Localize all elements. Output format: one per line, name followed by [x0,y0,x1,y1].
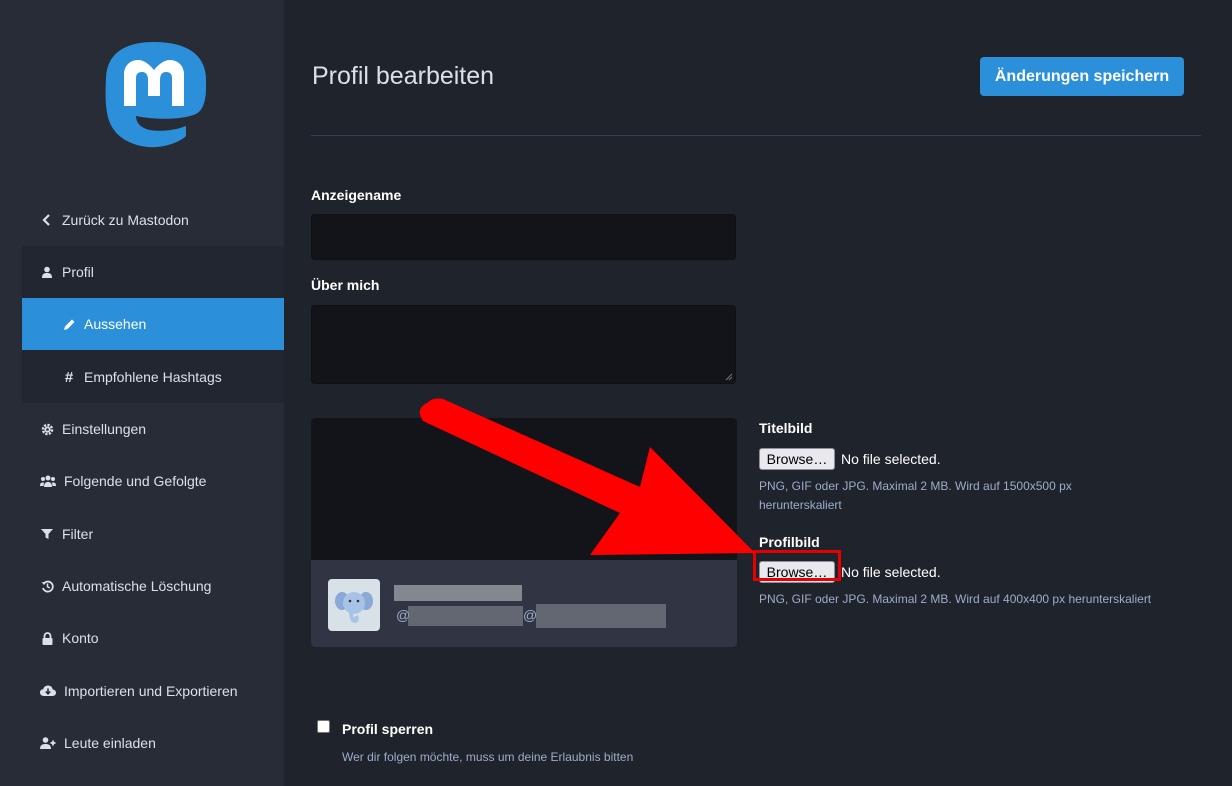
sidebar: Zurück zu Mastodon Profil Aussehen # Emp… [0,0,284,786]
sidebar-item-label: Empfohlene Hashtags [84,369,222,385]
lock-account-checkbox[interactable] [317,720,330,733]
lock-icon [40,631,54,645]
filter-icon [40,527,54,541]
sidebar-item-label: Einstellungen [62,421,147,437]
header-image-hint: PNG, GIF oder JPG. Maximal 2 MB. Wird au… [759,479,1072,512]
sidebar-item-label: Filter [62,526,94,542]
annotation-highlight-box [753,550,841,581]
chevron-left-icon [40,213,54,227]
sidebar-item-invites[interactable]: Leute einladen [22,717,284,769]
sidebar-item-label: Importieren und Exportieren [64,683,238,699]
preview-display-name-redacted [394,585,522,601]
bio-label: Über mich [311,277,380,293]
preview-username-redacted [408,606,523,626]
sidebar-item-account[interactable]: Konto [22,612,284,664]
sidebar-item-label: Automatische Löschung [62,578,212,594]
sidebar-item-label: Aussehen [84,316,147,332]
sidebar-item-filters[interactable]: Filter [22,508,284,560]
annotation-arrow-icon [419,398,755,555]
user-icon [40,265,54,279]
avatar-image-label: Profilbild [759,534,820,550]
avatar-image-hint: PNG, GIF oder JPG. Maximal 2 MB. Wird au… [759,592,1152,606]
user-plus-icon [40,736,56,750]
sidebar-item-auto-delete[interactable]: Automatische Löschung [22,560,284,612]
main-content [284,0,1232,786]
bio-textarea[interactable] [311,305,736,384]
users-icon [40,474,56,488]
display-name-input[interactable] [311,214,736,260]
preview-domain-redacted [536,604,666,628]
sidebar-item-appearance[interactable]: Aussehen [22,298,284,350]
header-divider [311,135,1201,136]
sidebar-item-follows[interactable]: Folgende und Gefolgte [22,455,284,507]
page-title: Profil bearbeiten [312,62,495,90]
elephant-avatar-icon [335,592,373,623]
header-image-label: Titelbild [759,420,813,436]
lock-account-hint: Wer dir folgen möchte, muss um deine Erl… [342,750,634,764]
save-changes-button[interactable]: Änderungen speichern [980,57,1184,96]
avatar-file-status: No file selected. [841,564,941,580]
resize-handle-icon[interactable] [725,373,733,381]
history-icon [40,579,54,593]
sidebar-item-label: Profil [62,264,94,280]
sidebar-item-profile[interactable]: Profil [22,246,284,298]
gear-icon [40,422,54,436]
sidebar-item-label: Leute einladen [64,735,156,751]
header-image-browse-button[interactable]: Browse… [759,448,835,470]
pencil-icon [62,317,76,331]
cloud-download-icon [40,684,56,698]
lock-account-label: Profil sperren [342,721,434,737]
sidebar-item-featured-hashtags[interactable]: # Empfohlene Hashtags [22,351,284,403]
display-name-label: Anzeigename [311,187,402,203]
hashtag-icon: # [64,368,74,386]
mastodon-logo-icon[interactable] [102,40,206,152]
sidebar-item-label: Folgende und Gefolgte [64,473,207,489]
preview-avatar [328,579,380,631]
sidebar-item-back[interactable]: Zurück zu Mastodon [22,194,284,246]
sidebar-item-preferences[interactable]: Einstellungen [22,403,284,455]
sidebar-item-import-export[interactable]: Importieren und Exportieren [22,665,284,717]
sidebar-item-label: Zurück zu Mastodon [62,212,189,228]
header-image-file-status: No file selected. [841,451,941,467]
sidebar-item-label: Konto [62,630,99,646]
